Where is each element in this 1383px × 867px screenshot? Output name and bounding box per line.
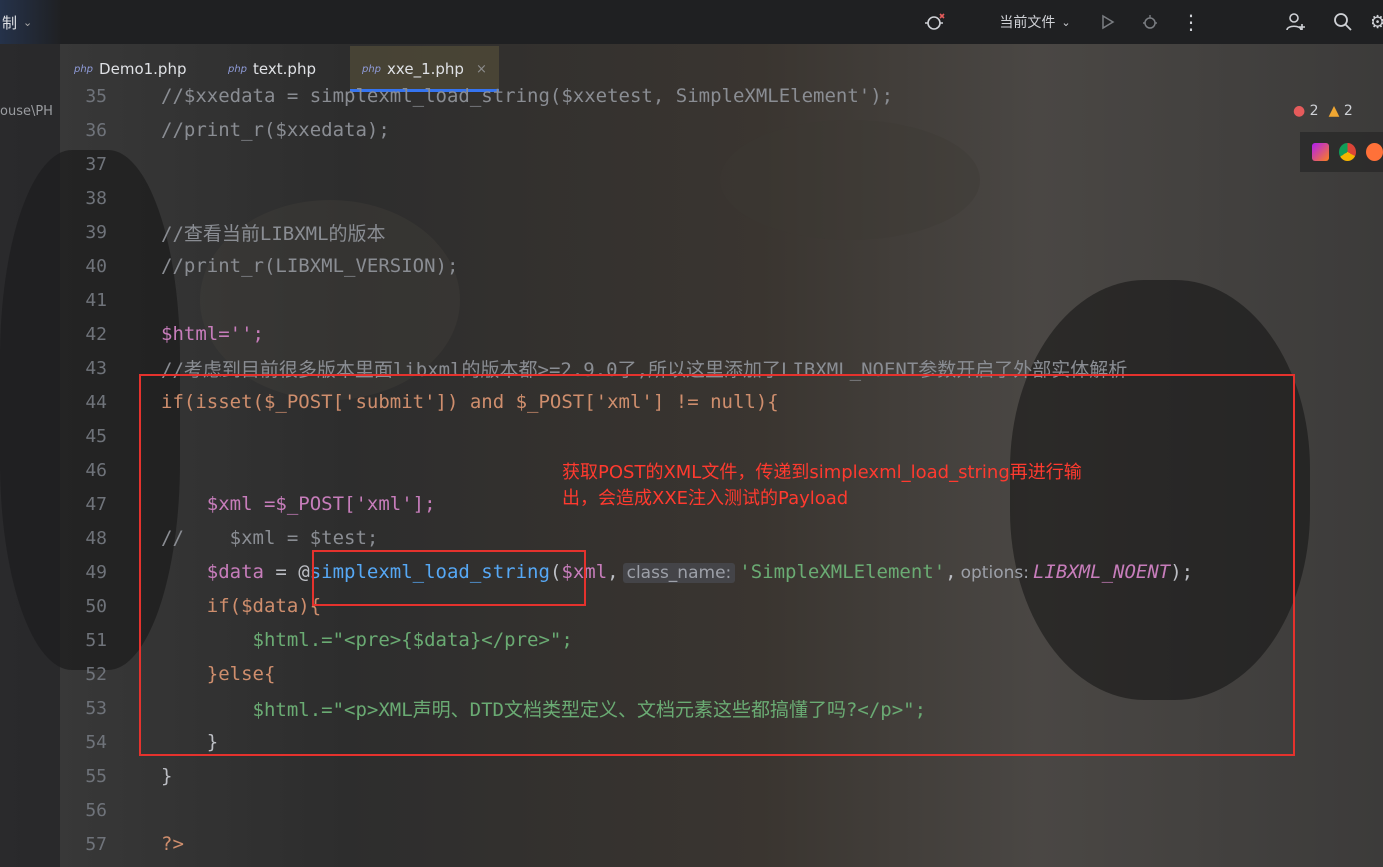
highlight-box-function bbox=[312, 550, 586, 606]
code-text: ?> bbox=[161, 833, 184, 855]
line-number: 50 bbox=[85, 595, 107, 617]
line-number: 39 bbox=[85, 221, 107, 243]
settings-icon[interactable]: ⚙ bbox=[1372, 0, 1383, 44]
annotation-text: 获取POST的XML文件，传递到simplexml_load_string再进行… bbox=[562, 460, 1142, 512]
debug-error-icon[interactable] bbox=[920, 0, 950, 44]
line-number: 37 bbox=[85, 153, 107, 175]
line-number: 56 bbox=[85, 799, 107, 821]
line-number: 46 bbox=[85, 459, 107, 481]
line-gutter bbox=[0, 44, 60, 867]
line-number: 43 bbox=[85, 357, 107, 379]
tab-label: Demo1.php bbox=[99, 60, 187, 78]
code-text: //查看当前LIBXML的版本 bbox=[161, 222, 386, 245]
project-menu-label: 制 bbox=[2, 13, 18, 32]
close-icon[interactable]: × bbox=[476, 62, 487, 77]
chevron-down-icon: ⌄ bbox=[1061, 15, 1071, 29]
line-number: 55 bbox=[85, 765, 107, 787]
project-path: ouse\PH bbox=[0, 104, 53, 119]
line-number: 38 bbox=[85, 187, 107, 209]
code-text: $html=''; bbox=[161, 323, 264, 345]
line-number: 45 bbox=[85, 425, 107, 447]
code-text: } bbox=[161, 765, 173, 787]
run-config-select[interactable]: 当前文件 ⌄ bbox=[990, 0, 1080, 44]
php-file-icon: php bbox=[362, 63, 382, 75]
line-number: 54 bbox=[85, 731, 107, 753]
add-user-icon[interactable] bbox=[1282, 0, 1310, 44]
search-icon[interactable] bbox=[1330, 0, 1356, 44]
php-file-icon: php bbox=[74, 63, 94, 75]
tab-label: text.php bbox=[253, 60, 316, 78]
project-menu[interactable]: 制 ⌄ bbox=[0, 0, 62, 44]
line-number: 42 bbox=[85, 323, 107, 345]
code-text: //$xxedata = simplexml_load_string($xxet… bbox=[161, 85, 894, 107]
line-number: 49 bbox=[85, 561, 107, 583]
line-number: 53 bbox=[85, 697, 107, 719]
code-text: //print_r($xxedata); bbox=[161, 119, 390, 141]
run-icon[interactable] bbox=[1096, 0, 1120, 44]
chevron-down-icon: ⌄ bbox=[23, 15, 33, 29]
annotation-line-1: 获取POST的XML文件，传递到simplexml_load_string再进行… bbox=[562, 462, 1082, 483]
debug-icon[interactable] bbox=[1138, 0, 1162, 44]
line-number: 52 bbox=[85, 663, 107, 685]
line-number: 48 bbox=[85, 527, 107, 549]
line-number: 44 bbox=[85, 391, 107, 413]
line-number: 35 bbox=[85, 85, 107, 107]
line-number: 40 bbox=[85, 255, 107, 277]
line-number: 41 bbox=[85, 289, 107, 311]
tab-label: xxe_1.php bbox=[387, 60, 464, 78]
php-file-icon: php bbox=[228, 63, 248, 75]
line-number: 36 bbox=[85, 119, 107, 141]
line-number: 57 bbox=[85, 833, 107, 855]
code-text: //print_r(LIBXML_VERSION); bbox=[161, 255, 459, 277]
line-number: 47 bbox=[85, 493, 107, 515]
run-config-label: 当前文件 bbox=[999, 15, 1056, 31]
line-number: 51 bbox=[85, 629, 107, 651]
annotation-line-2: 出，会造成XXE注入测试的Payload bbox=[562, 488, 849, 509]
main-toolbar: 制 ⌄ 当前文件 ⌄ ⋮ ⚙ bbox=[0, 0, 1383, 44]
more-actions-icon[interactable]: ⋮ bbox=[1180, 0, 1202, 44]
